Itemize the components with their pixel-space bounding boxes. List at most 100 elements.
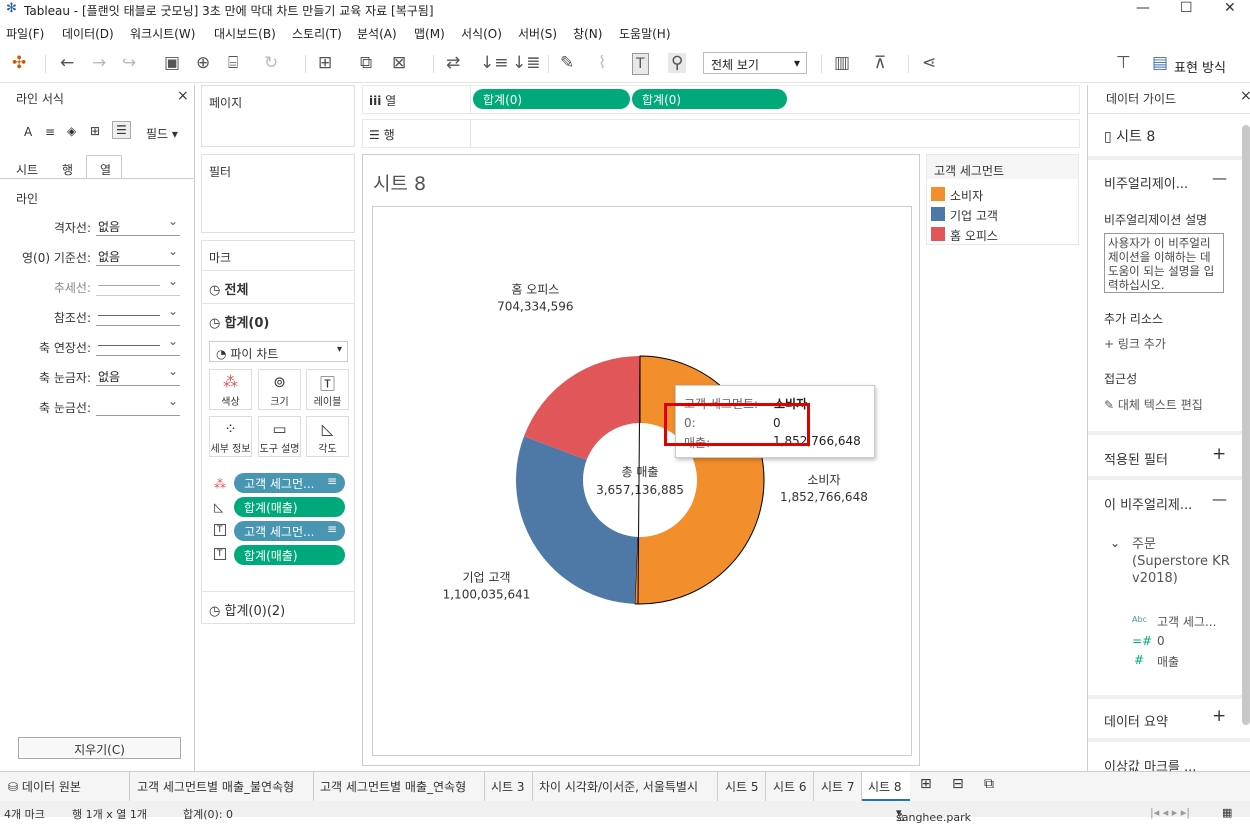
duplicate-sheet-icon[interactable]: ⧉ <box>360 53 372 73</box>
color-button[interactable]: ⁂ 색상 <box>209 369 252 410</box>
zero-lines-dropdown[interactable]: 없음 <box>96 244 180 266</box>
sheet-tab-6[interactable]: 시트 6 <box>773 778 807 795</box>
menu-file[interactable]: 파일(F) <box>6 25 44 42</box>
borders-format-icon[interactable]: ⊞ <box>90 124 100 138</box>
columns-shelf[interactable]: iii 열 합계(0) 합계(0) <box>362 85 1080 114</box>
grid-lines-dropdown[interactable]: 없음 <box>96 214 180 236</box>
label-button[interactable]: 🅃 레이블 <box>306 369 349 410</box>
axis-ticks-dropdown[interactable]: 없음 <box>96 364 180 386</box>
save-icon[interactable]: ▣ <box>164 53 180 73</box>
presentation-mode-icon[interactable]: ⊼ <box>874 53 886 73</box>
reference-lines-dropdown[interactable] <box>96 304 180 326</box>
minimize-icon[interactable]: — <box>1136 0 1150 16</box>
menu-worksheet[interactable]: 워크시트(W) <box>130 25 195 42</box>
viz-desc-textarea[interactable]: 사용자가 이 비주얼리제이션을 이해하는 데 도움이 되는 설명을 입력하십시오… <box>1104 233 1224 293</box>
axis-rulers-dropdown[interactable] <box>96 334 180 356</box>
tab-data-source[interactable]: ⛁ 데이터 원본 <box>8 778 81 795</box>
sheet-tab-5[interactable]: 시트 5 <box>725 778 759 795</box>
highlight-icon[interactable]: ✎ <box>560 53 574 73</box>
redo-icon[interactable]: → <box>92 53 106 73</box>
rows-shelf[interactable]: ☰ 행 <box>362 119 1080 148</box>
close-pane-icon[interactable]: × <box>177 88 189 104</box>
sheet-tab-8-active[interactable]: 시트 8 <box>862 772 910 802</box>
axis-gridlines-dropdown[interactable] <box>96 394 180 416</box>
fix-axes-icon[interactable]: ⚲ <box>668 53 687 73</box>
marks-pill-sales-label[interactable]: 합계(매출) <box>234 545 345 565</box>
new-worksheet-tab-icon[interactable]: ⊞ <box>920 776 932 792</box>
close-data-guide-icon[interactable]: × <box>1240 88 1250 104</box>
tableau-home-icon[interactable]: ✣ <box>12 53 26 73</box>
edit-alt-text-button[interactable]: ✎ 대체 텍스트 편집 <box>1104 396 1203 413</box>
marks-sum-row[interactable]: ◷ 합계(0) <box>209 312 269 331</box>
collapse-this-viz-icon[interactable]: — <box>1212 490 1227 508</box>
marks-pill-segment-color[interactable]: 고객 세그먼... ≡ <box>234 473 345 493</box>
show-me-icon[interactable]: ▤ <box>1152 53 1168 73</box>
undo-icon[interactable]: ← <box>60 53 74 73</box>
new-dashboard-tab-icon[interactable]: ⊟ <box>952 776 964 792</box>
columns-pill-2[interactable]: 합계(0) <box>632 89 787 109</box>
sheet-tab-1[interactable]: 고객 세그먼트별 매출_불연속형 <box>137 778 294 795</box>
user-menu[interactable]: ♙ sanghee.park ▾ <box>896 806 971 824</box>
filters-shelf[interactable]: 필터 <box>201 154 355 233</box>
legend-item-consumer[interactable]: 소비자 <box>950 187 983 204</box>
lines-format-icon[interactable]: ☰ <box>112 121 131 139</box>
show-me-button[interactable]: 표현 방식 <box>1174 57 1226 76</box>
refresh-icon[interactable]: ↻ <box>264 53 278 73</box>
marks-all-row[interactable]: ◷ 전체 <box>209 279 248 298</box>
menu-data[interactable]: 데이터(D) <box>62 25 114 42</box>
trend-lines-dropdown[interactable] <box>96 274 180 296</box>
tab-rows[interactable]: 행 <box>62 161 73 178</box>
menu-map[interactable]: 맵(M) <box>414 25 445 42</box>
new-story-tab-icon[interactable]: ⧉ <box>984 776 994 792</box>
clear-sheet-icon[interactable]: ⊠ <box>392 53 406 73</box>
marks-pill-segment-label[interactable]: 고객 세그먼... ≡ <box>234 521 345 541</box>
sheet-tab-2[interactable]: 고객 세그먼트별 매출_연속형 <box>320 778 466 795</box>
new-worksheet-icon[interactable]: ⊞ <box>318 53 332 73</box>
sheet-tab-3[interactable]: 시트 3 <box>491 778 525 795</box>
add-filter-icon[interactable]: + <box>1212 444 1226 464</box>
columns-pill-1[interactable]: 합계(0) <box>473 89 630 109</box>
detail-button[interactable]: ⁘ 세부 정보 <box>209 416 252 457</box>
swap-icon[interactable]: ⇄ <box>446 53 460 73</box>
angle-button[interactable]: ◺ 각도 <box>306 416 349 457</box>
alignment-format-icon[interactable]: ≡ <box>45 125 55 139</box>
sort-ascending-icon[interactable]: ↓≡ <box>480 53 509 73</box>
expand-icon[interactable]: ⌄ <box>1110 536 1120 550</box>
tab-columns[interactable]: 열 <box>86 155 122 179</box>
legend-item-home-office[interactable]: 홈 오피스 <box>950 227 998 244</box>
menu-server[interactable]: 서버(S) <box>518 25 557 42</box>
clear-button[interactable]: 지우기(C) <box>18 737 181 759</box>
pause-updates-icon[interactable]: ⌸ <box>228 53 238 73</box>
replay-icon[interactable]: ↪ <box>122 53 136 73</box>
mark-type-dropdown[interactable]: ◔ 파이 차트 ▾ <box>209 341 348 362</box>
sort-descending-icon[interactable]: ↓≣ <box>512 53 541 73</box>
shading-format-icon[interactable]: ◈ <box>67 124 76 138</box>
menu-format[interactable]: 서식(O) <box>461 25 502 42</box>
collapse-viz-icon[interactable]: — <box>1212 169 1227 187</box>
show-labels-icon[interactable]: T <box>632 53 649 75</box>
fields-dropdown[interactable]: 필드 ▾ <box>146 125 178 142</box>
sheet-tab-7[interactable]: 시트 7 <box>821 778 855 795</box>
marks-pill-sales-angle[interactable]: 합계(매출) <box>234 497 345 517</box>
size-button[interactable]: ⊚ 크기 <box>258 369 301 410</box>
add-link-button[interactable]: + 링크 추가 <box>1104 335 1166 352</box>
close-window-icon[interactable]: ✕ <box>1224 0 1236 16</box>
menu-window[interactable]: 창(N) <box>573 25 602 42</box>
font-format-icon[interactable]: A <box>24 125 32 139</box>
show-cards-icon[interactable]: ▥ <box>834 53 850 73</box>
format-painter-icon[interactable]: ⊤ <box>1116 53 1131 73</box>
add-summary-icon[interactable]: + <box>1212 706 1226 726</box>
group-icon[interactable]: ⌇ <box>598 53 606 73</box>
sheet-tab-4[interactable]: 차이 시각화/이서준, 서울특별시 <box>539 778 698 795</box>
maximize-icon[interactable]: ☐ <box>1180 0 1193 16</box>
fit-view-select[interactable]: 전체 보기 ▾ <box>703 52 807 74</box>
right-scrollbar[interactable] <box>1242 125 1250 725</box>
pages-shelf[interactable]: 페이지 <box>201 85 355 147</box>
menu-help[interactable]: 도움말(H) <box>619 25 671 42</box>
share-icon[interactable]: ⋖ <box>922 53 936 73</box>
menu-story[interactable]: 스토리(T) <box>292 25 342 42</box>
tooltip-button[interactable]: ▭ 도구 설명 <box>258 416 301 457</box>
legend-item-corporate[interactable]: 기업 고객 <box>950 207 998 224</box>
grid-view-icon[interactable]: ▦ <box>1222 806 1232 819</box>
marks-second-row[interactable]: ◷ 합계(0)(2) <box>209 600 285 619</box>
